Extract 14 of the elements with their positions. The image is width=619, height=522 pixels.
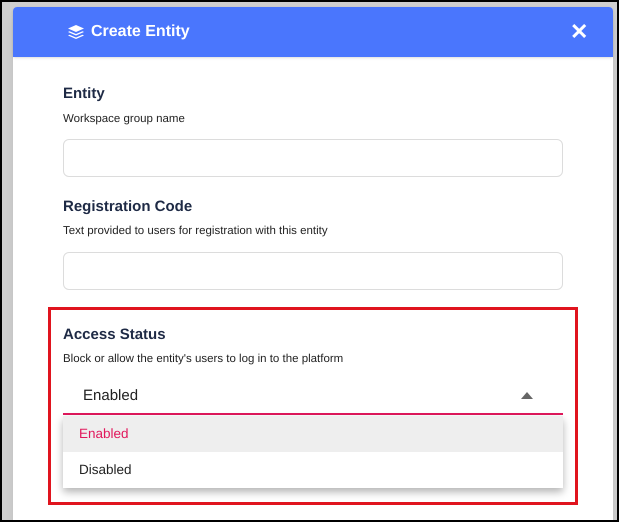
caret-icon bbox=[521, 392, 533, 400]
field-hint: Text provided to users for registration with this entity bbox=[63, 224, 329, 240]
field-label: Entity bbox=[63, 84, 106, 104]
field-label: Registration Code bbox=[63, 196, 194, 217]
dropdown-option[interactable]: Enabled bbox=[63, 416, 563, 452]
field-hint: Workspace group name bbox=[63, 112, 186, 126]
field-label: Access Status bbox=[63, 324, 167, 344]
input-field[interactable] bbox=[63, 252, 563, 290]
dropdown-option[interactable]: Disabled bbox=[63, 452, 563, 488]
field-hint: Block or allow the entity's users to log in to the platform bbox=[63, 352, 344, 367]
close-button[interactable]: ✕ bbox=[570, 21, 588, 43]
input-field[interactable] bbox=[63, 138, 563, 177]
dialog-title: Create Entity bbox=[91, 22, 190, 42]
layers-icon bbox=[68, 24, 84, 40]
